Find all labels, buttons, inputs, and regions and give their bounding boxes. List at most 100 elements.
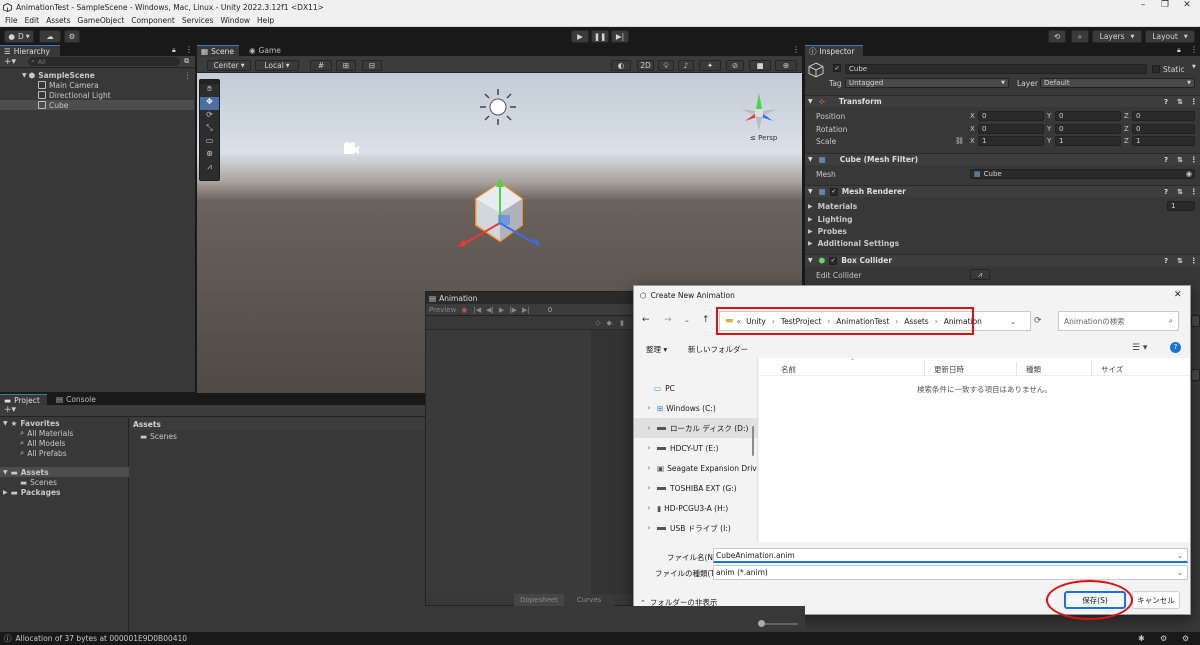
nav-item-hd-pcgu3-h[interactable]: › ▮ HD-PCGU3-A (H:) [634, 498, 746, 518]
link-icon[interactable]: ⛓ [955, 137, 964, 145]
up-arrow-icon[interactable]: ↑ [702, 315, 710, 325]
hierarchy-item-cube[interactable]: Cube [0, 100, 194, 110]
progress-icon[interactable]: ⚙ [1160, 634, 1167, 643]
bug-icon[interactable]: ✱ [1138, 634, 1145, 643]
add-event-icon[interactable]: ◆. [607, 319, 615, 327]
tab-animation-label[interactable]: Animation [439, 294, 477, 303]
first-key-icon[interactable]: |◀ [473, 306, 481, 314]
mesh-object-field[interactable]: ▦ Cube ◉ [970, 169, 1195, 179]
space-local-dropdown[interactable]: Local ▼ [255, 60, 299, 71]
position-x-input[interactable]: 0 [978, 111, 1044, 121]
more-menu-icon[interactable]: ⋮ [1190, 187, 1198, 196]
preset-icon[interactable]: ⇅ [1177, 257, 1183, 265]
grid-snap-button[interactable]: # [310, 60, 332, 71]
more-menu-icon[interactable]: ⋮ [792, 45, 800, 54]
frame-number[interactable]: 0 [548, 306, 552, 314]
more-menu-icon[interactable]: ⋮ [1190, 45, 1198, 54]
lighting-foldout[interactable]: ▶ Lighting [805, 213, 1200, 225]
additional-settings-foldout[interactable]: ▶ Additional Settings [805, 237, 1200, 249]
draw-mode-button[interactable]: ◐ [611, 60, 631, 71]
hand-tool-icon[interactable]: ✋︎ [200, 84, 219, 97]
help-icon[interactable]: ? [1164, 156, 1168, 164]
rotate-tool-icon[interactable]: ⟳ [200, 110, 219, 123]
recent-chevron-icon[interactable]: ⌄ [684, 316, 690, 324]
project-breadcrumb[interactable]: Assets [130, 418, 425, 430]
tab-scene[interactable]: ▦ Scene [197, 45, 239, 56]
object-picker-icon[interactable]: ◉ [1186, 170, 1192, 178]
cube-object[interactable] [452, 173, 552, 268]
project-item-scenes[interactable]: ▬ Scenes [130, 431, 425, 441]
tab-dopesheet[interactable]: Dopesheet [514, 594, 564, 606]
menu-edit[interactable]: Edit [25, 16, 40, 25]
minimize-icon[interactable]: – [1132, 0, 1154, 10]
nav-item-usb-i[interactable]: › USB ドライブ (I:) [634, 518, 746, 538]
new-folder-button[interactable]: 新しいフォルダー [688, 344, 748, 355]
fav-item-all-prefabs[interactable]: ⌕ All Prefabs [0, 448, 129, 458]
undo-history-button[interactable]: ⟲ [1048, 30, 1066, 43]
column-name[interactable]: 名前 [781, 364, 796, 375]
close-window-icon[interactable]: ✕ [1176, 0, 1198, 10]
view-options-icon[interactable]: ☰ ▾ [1132, 343, 1147, 353]
lighting-toggle[interactable]: 💡︎ [658, 60, 674, 71]
help-icon[interactable]: ? [1170, 342, 1181, 353]
layers-dropdown[interactable]: Layers ▼ [1092, 30, 1142, 43]
materials-foldout[interactable]: ▶ Materials [805, 200, 1200, 212]
more-menu-icon[interactable]: ⋮ [185, 45, 193, 54]
box-collider-header[interactable]: ▼ ⬢ ✓ Box Collider ? ⇅ ⋮ [805, 254, 1200, 266]
tab-console[interactable]: ▤ Console [52, 394, 100, 405]
mesh-renderer-enabled-checkbox[interactable]: ✓ [829, 187, 838, 196]
toggle-2d-button[interactable]: 2D [637, 60, 654, 71]
filetype-dropdown[interactable]: anim (*.anim) ⌄ [713, 565, 1188, 580]
menu-file[interactable]: File [5, 16, 18, 25]
nav-item-pc[interactable]: ▭ PC [634, 378, 746, 398]
prev-key-icon[interactable]: ◀| [486, 306, 494, 314]
lock-icon[interactable]: 🔒︎ [1177, 46, 1181, 55]
chevron-down-icon[interactable]: ▼ [1192, 64, 1196, 70]
help-icon[interactable]: ? [1164, 257, 1168, 265]
tab-inspector[interactable]: ⓘ Inspector [805, 45, 863, 56]
file-list[interactable]: ⌃ 名前 更新日時 種類 サイズ 検索条件に一致する項目はありません。 [759, 358, 1190, 542]
back-arrow-icon[interactable]: ← [642, 315, 650, 325]
more-menu-icon[interactable]: ⋮ [1190, 97, 1198, 106]
nav-scrollbar-thumb[interactable] [752, 426, 754, 456]
column-size[interactable]: サイズ [1101, 364, 1123, 375]
next-key-icon[interactable]: |▶ [509, 306, 517, 314]
persp-label[interactable]: ≤ Persp [750, 134, 777, 142]
more-menu-icon[interactable]: ⋮ [1190, 256, 1198, 265]
mesh-renderer-header[interactable]: ▼ ▦ ✓ Mesh Renderer ? ⇅ ⋮ [805, 185, 1200, 197]
audio-toggle[interactable]: ♪ [678, 60, 694, 71]
align-button[interactable]: ⊟ [362, 60, 382, 71]
effects-dropdown[interactable]: ✦ [699, 60, 721, 71]
hierarchy-item-directional-light[interactable]: Directional Light [0, 90, 194, 100]
fav-item-all-models[interactable]: ⌕ All Models [0, 438, 129, 448]
pause-button[interactable]: ❚❚ [591, 30, 609, 43]
favorites-row[interactable]: ▼ ★ Favorites [0, 418, 129, 428]
nav-item-toshiba-g[interactable]: › TOSHIBA EXT (G:) [634, 478, 746, 498]
object-name-input[interactable]: Cube [845, 64, 1147, 74]
layer-dropdown[interactable]: Default ▼ [1040, 78, 1195, 88]
hierarchy-search-input[interactable]: ⌕ All [28, 57, 181, 66]
close-dialog-icon[interactable]: ✕ [1174, 290, 1182, 300]
edit-collider-button[interactable]: ⩘ [970, 269, 990, 280]
snap-increment-button[interactable]: ⊞ [336, 60, 356, 71]
probes-foldout[interactable]: ▶ Probes [805, 225, 1200, 237]
nav-item-windows-c[interactable]: › ⊞ Windows (C:) [634, 398, 746, 418]
transform-tool-icon[interactable]: ⊛ [200, 149, 219, 162]
assets-row[interactable]: ▼ ▬ Assets [0, 467, 129, 477]
transform-header[interactable]: ▼ ⊹ Transform ? ⇅ ⋮ [805, 95, 1200, 107]
add-keyframe-icon[interactable]: ◇ [595, 319, 600, 327]
nav-item-hdcy-e[interactable]: › HDCY-UT (E:) [634, 438, 746, 458]
play-icon[interactable]: ▶ [499, 306, 504, 314]
more-menu-icon[interactable]: ⋮ [184, 71, 192, 80]
add-icon[interactable]: +▾ [4, 405, 16, 415]
chevron-right-icon[interactable]: › [643, 444, 655, 452]
scale-tool-icon[interactable]: ⤡ [200, 123, 219, 136]
add-icon[interactable]: +▾ [4, 57, 16, 67]
orientation-gizmo[interactable] [737, 91, 781, 135]
address-dropdown-icon[interactable]: ⌄ [1010, 317, 1016, 326]
chevron-right-icon[interactable]: › [643, 404, 655, 412]
custom-tool-icon[interactable]: ⩘ [200, 162, 219, 175]
fav-item-all-materials[interactable]: ⌕ All Materials [0, 428, 129, 438]
menu-help[interactable]: Help [257, 16, 274, 25]
rotation-x-input[interactable]: 0 [978, 124, 1044, 134]
